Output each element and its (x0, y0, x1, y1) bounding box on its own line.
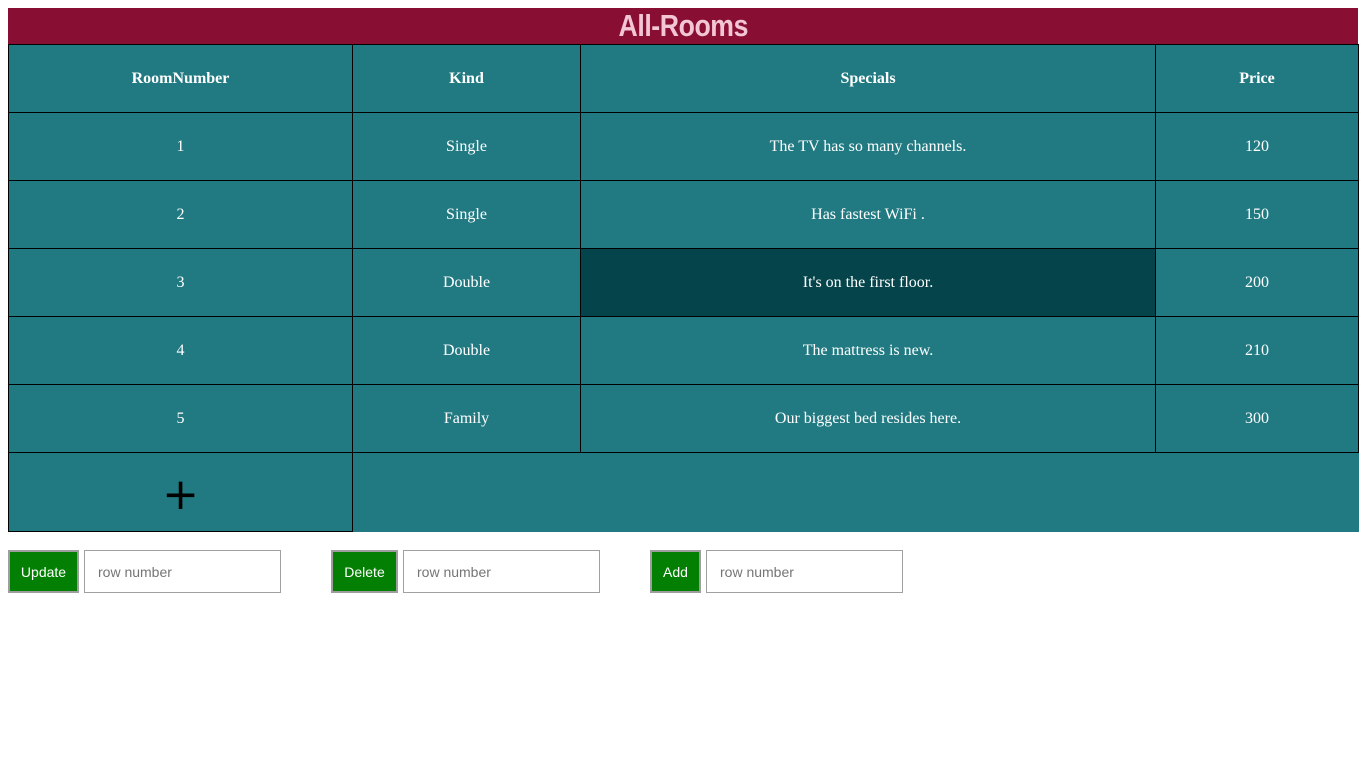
table-row: 3 Double It's on the first floor. 200 (8, 248, 1359, 317)
add-row: + (8, 452, 1359, 532)
specials-cell[interactable]: The mattress is new. (580, 316, 1156, 385)
delete-button[interactable]: Delete (331, 550, 398, 593)
price-cell[interactable]: 300 (1155, 384, 1359, 453)
add-row-cell[interactable]: + (8, 452, 353, 532)
table-row: 1 Single The TV has so many channels. 12… (8, 112, 1359, 181)
room-number-cell[interactable]: 3 (8, 248, 353, 317)
price-cell[interactable]: 210 (1155, 316, 1359, 385)
add-row-filler (352, 452, 1359, 532)
kind-cell[interactable]: Single (352, 112, 581, 181)
table-row: 4 Double The mattress is new. 210 (8, 316, 1359, 385)
room-number-cell[interactable]: 4 (8, 316, 353, 385)
column-header-price: Price (1155, 44, 1359, 113)
column-header-specials: Specials (580, 44, 1156, 113)
table-header-row: RoomNumber Kind Specials Price (8, 44, 1359, 113)
column-header-roomnumber: RoomNumber (8, 44, 353, 113)
title-bar: All-Rooms (8, 8, 1358, 44)
table-row: 2 Single Has fastest WiFi . 150 (8, 180, 1359, 249)
column-header-kind: Kind (352, 44, 581, 113)
add-row-number-input[interactable] (706, 550, 903, 593)
specials-cell[interactable]: Has fastest WiFi . (580, 180, 1156, 249)
kind-cell[interactable]: Family (352, 384, 581, 453)
price-cell[interactable]: 120 (1155, 112, 1359, 181)
rooms-table: RoomNumber Kind Specials Price 1 Single … (8, 44, 1359, 532)
plus-icon[interactable]: + (162, 473, 199, 517)
delete-row-number-input[interactable] (403, 550, 600, 593)
page-title: All-Rooms (618, 8, 748, 43)
kind-cell[interactable]: Double (352, 248, 581, 317)
update-row-number-input[interactable] (84, 550, 281, 593)
price-cell[interactable]: 200 (1155, 248, 1359, 317)
specials-cell-highlighted[interactable]: It's on the first floor. (580, 248, 1156, 317)
specials-cell[interactable]: The TV has so many channels. (580, 112, 1156, 181)
table-row: 5 Family Our biggest bed resides here. 3… (8, 384, 1359, 453)
room-number-cell[interactable]: 2 (8, 180, 353, 249)
kind-cell[interactable]: Double (352, 316, 581, 385)
add-button[interactable]: Add (650, 550, 701, 593)
kind-cell[interactable]: Single (352, 180, 581, 249)
room-number-cell[interactable]: 5 (8, 384, 353, 453)
room-number-cell[interactable]: 1 (8, 112, 353, 181)
specials-cell[interactable]: Our biggest bed resides here. (580, 384, 1156, 453)
update-button[interactable]: Update (8, 550, 79, 593)
price-cell[interactable]: 150 (1155, 180, 1359, 249)
